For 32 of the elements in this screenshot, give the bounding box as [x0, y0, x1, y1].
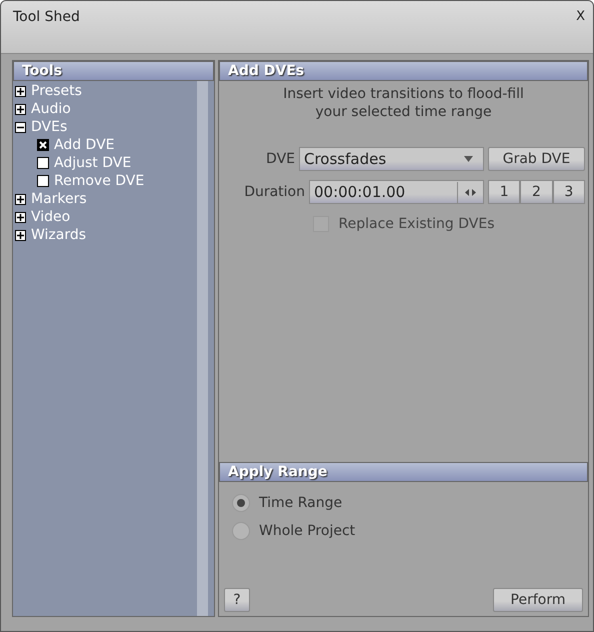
- expand-icon[interactable]: [15, 230, 26, 240]
- caret-icon: [464, 156, 473, 162]
- radio-button[interactable]: [232, 522, 250, 540]
- expand-icon[interactable]: [15, 104, 26, 114]
- duration-label: Duration: [244, 184, 305, 200]
- checkbox[interactable]: [37, 157, 49, 169]
- perform-button[interactable]: Perform: [493, 588, 583, 612]
- expand-icon[interactable]: [15, 86, 26, 96]
- help-button[interactable]: ?: [224, 588, 250, 612]
- expand-icon[interactable]: [15, 194, 26, 204]
- section-header: Add DVEs: [219, 61, 588, 81]
- dve-label: DVE: [266, 151, 295, 167]
- description-text: Insert video transitions to flood-fill your selected time range: [282, 85, 525, 121]
- preset-button[interactable]: 1: [488, 180, 520, 204]
- grab-dve-button[interactable]: Grab DVE: [488, 147, 585, 171]
- window-title: Tool Shed: [13, 9, 80, 25]
- close-button[interactable]: X: [576, 9, 585, 24]
- section-header: Apply Range: [219, 462, 588, 482]
- preset-button[interactable]: 3: [552, 180, 585, 204]
- dve-dropdown[interactable]: Crossfades: [299, 147, 484, 171]
- radio-label: Whole Project: [259, 523, 356, 539]
- checkbox-label: Replace Existing DVEs: [338, 216, 494, 232]
- radio-label: Time Range: [259, 495, 342, 511]
- scrollbar[interactable]: [197, 81, 208, 616]
- checkbox[interactable]: [37, 175, 49, 187]
- panel-header: Tools: [13, 61, 214, 81]
- checkbox[interactable]: [37, 139, 49, 151]
- radio-button[interactable]: [232, 494, 250, 512]
- duration-field[interactable]: 00:00:01.00: [309, 180, 484, 204]
- expand-icon[interactable]: [15, 212, 26, 222]
- collapse-icon[interactable]: [15, 122, 26, 132]
- preset-button[interactable]: 2: [520, 180, 553, 204]
